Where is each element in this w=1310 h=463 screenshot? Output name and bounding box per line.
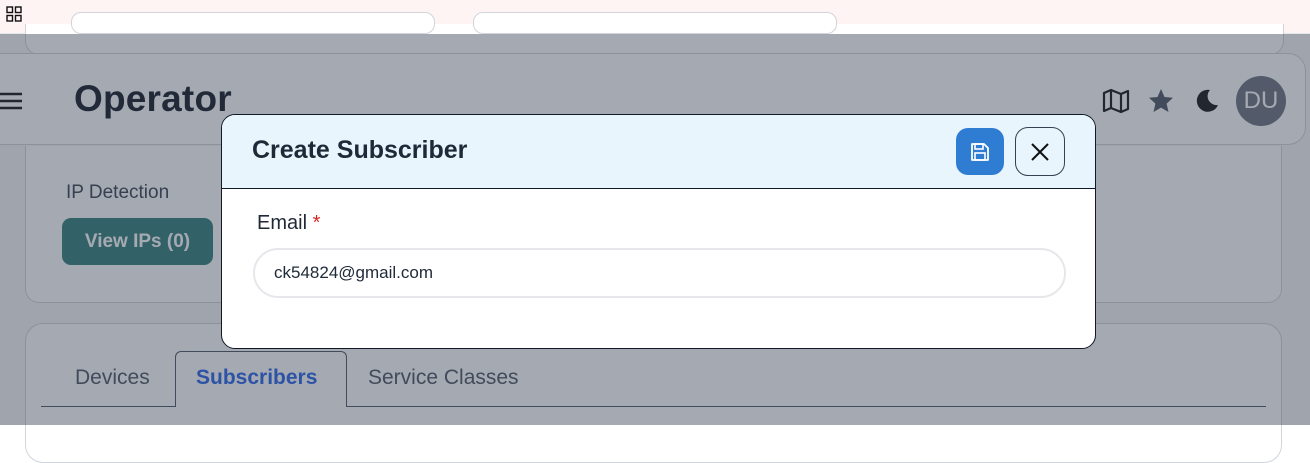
dialog-header: Create Subscriber xyxy=(222,115,1095,189)
close-button[interactable] xyxy=(1015,127,1065,176)
save-button[interactable] xyxy=(956,128,1004,175)
partial-field xyxy=(473,12,837,34)
close-icon xyxy=(1031,143,1049,161)
grid-icon[interactable] xyxy=(6,6,22,22)
save-icon xyxy=(971,143,989,161)
email-field[interactable] xyxy=(253,248,1066,298)
create-subscriber-dialog: Create Subscriber Email * xyxy=(221,114,1096,349)
dialog-title: Create Subscriber xyxy=(252,136,468,164)
email-label: Email * xyxy=(257,212,320,235)
required-mark: * xyxy=(312,212,321,234)
partial-field xyxy=(71,12,435,34)
email-label-text: Email xyxy=(257,212,308,234)
